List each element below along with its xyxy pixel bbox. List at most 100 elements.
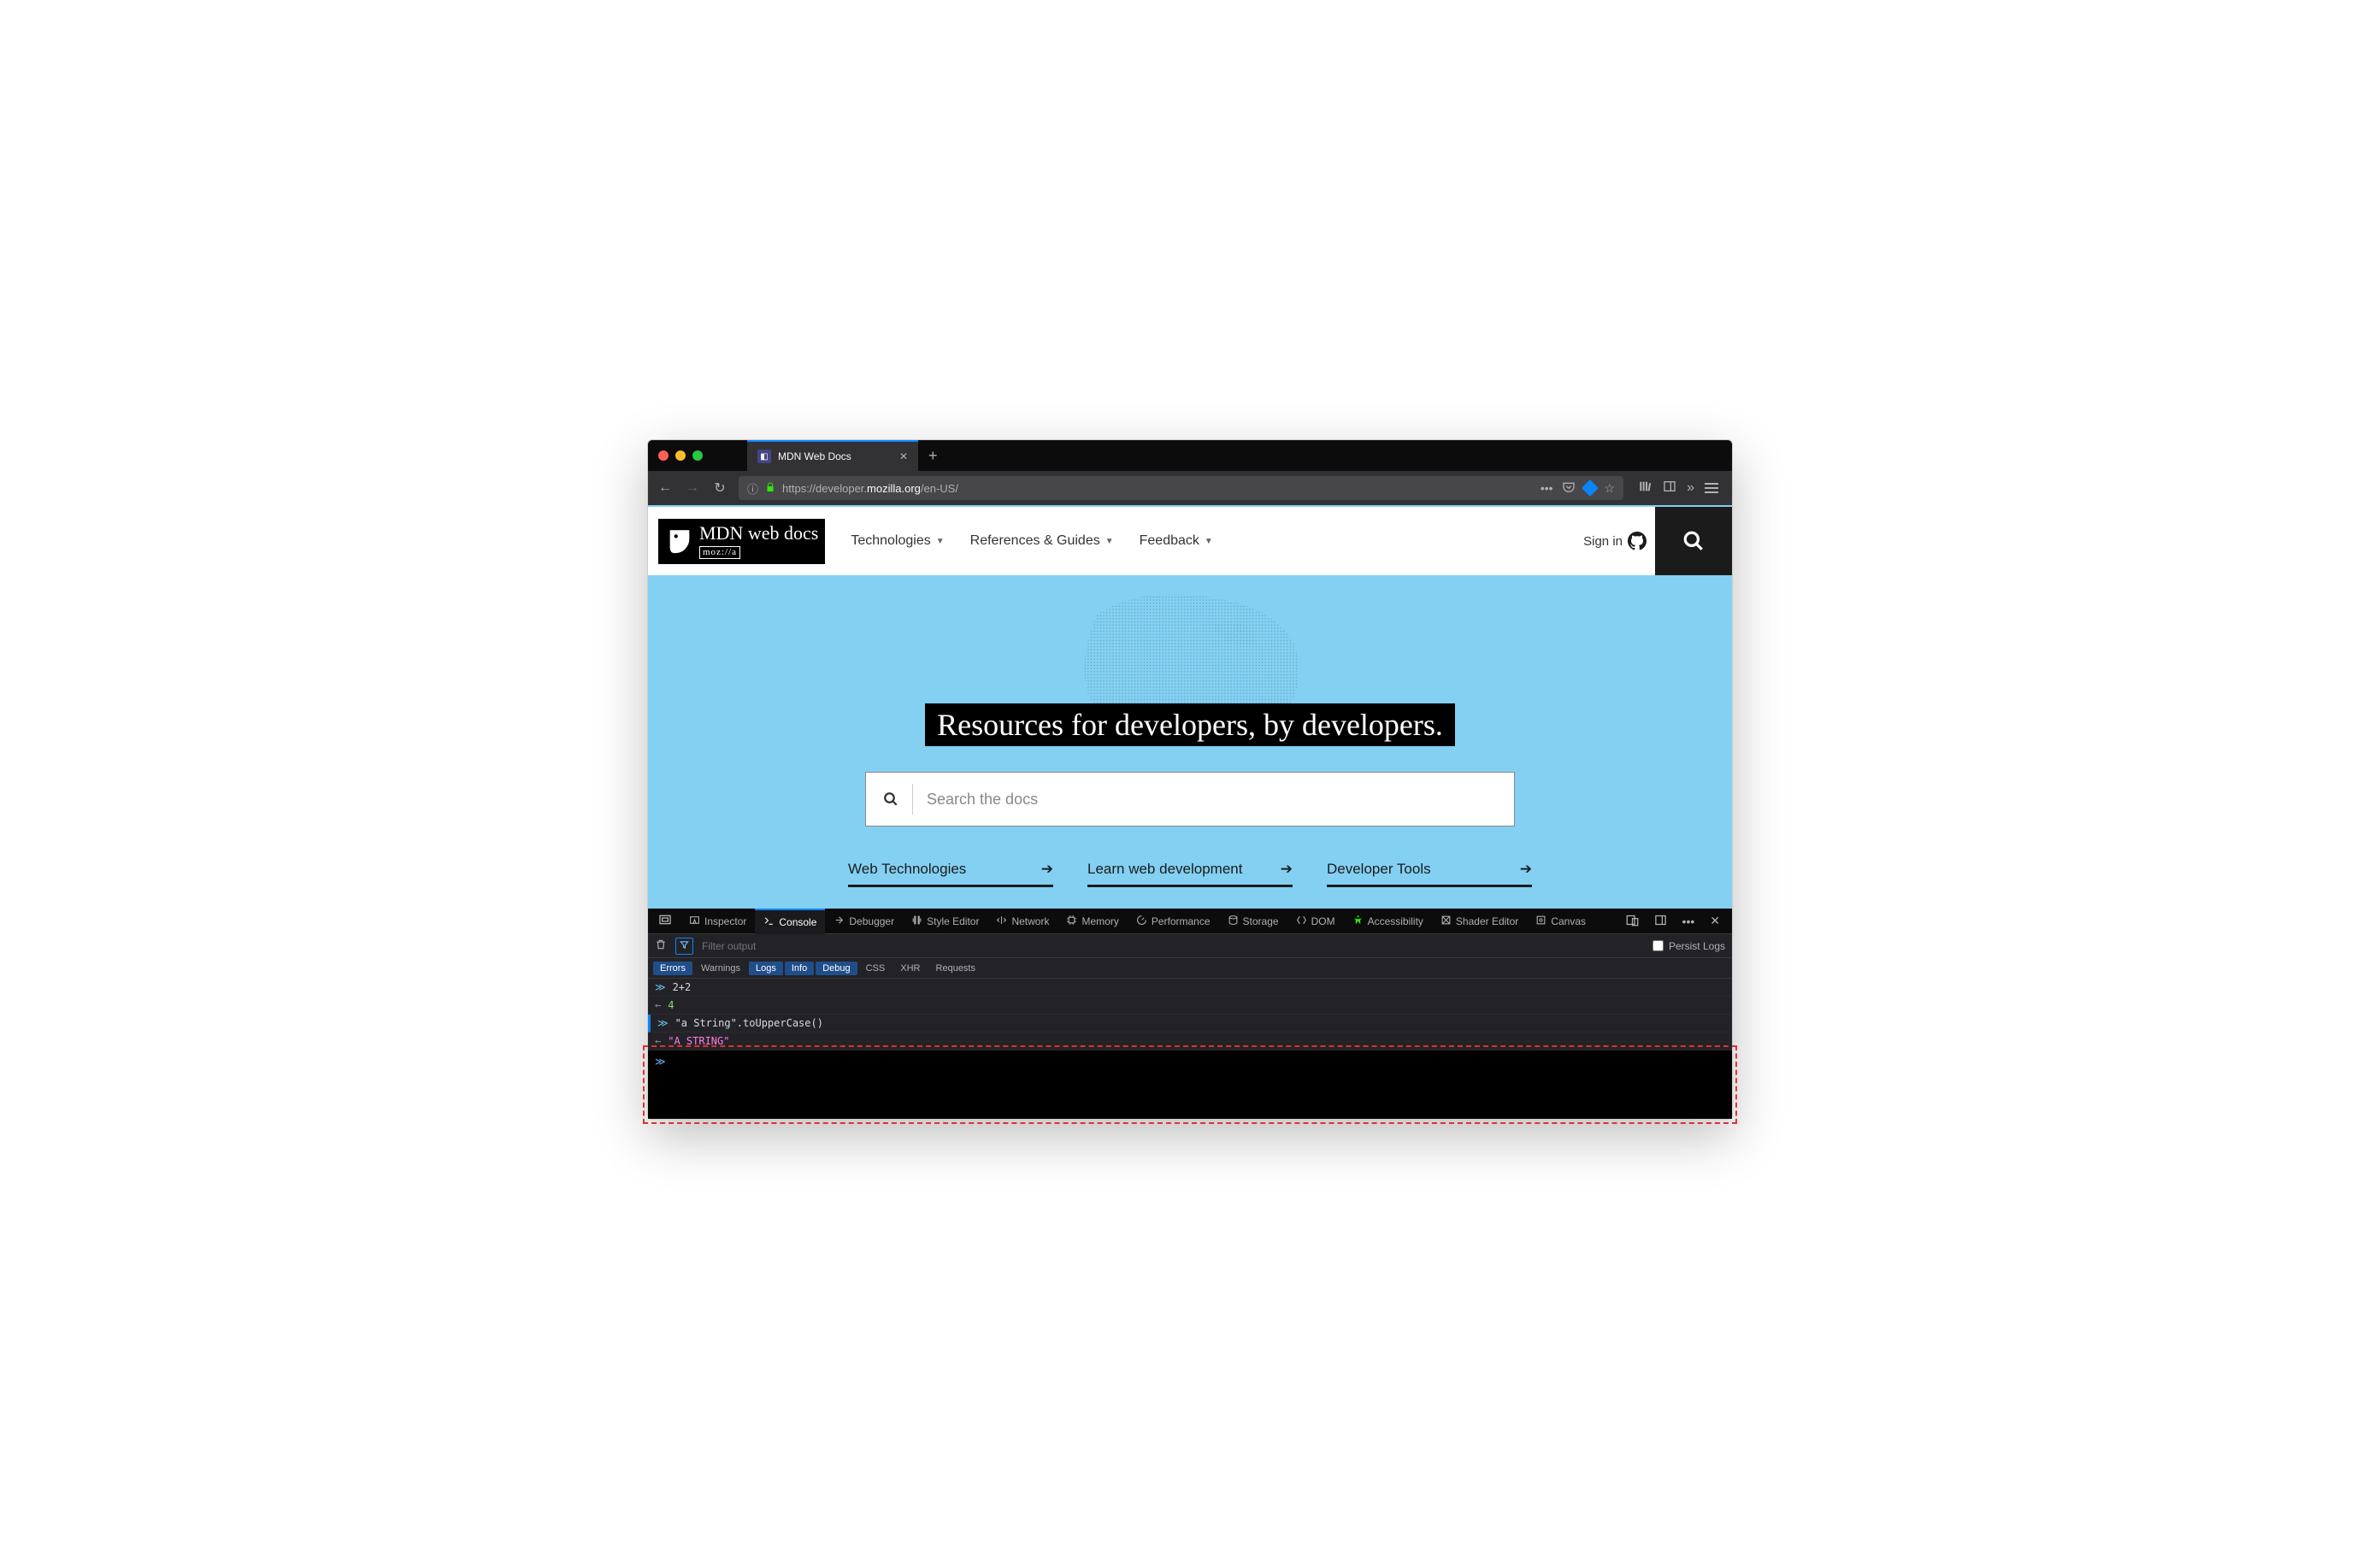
forward-button[interactable]: →	[684, 480, 701, 496]
devtools-tab-memory[interactable]: Memory	[1057, 909, 1127, 934]
filter-chip-xhr[interactable]: XHR	[893, 962, 927, 975]
nav-menu: Technologies ▼ References & Guides ▼ Fee…	[851, 533, 1212, 549]
tab-icon	[1535, 915, 1546, 928]
back-button[interactable]: ←	[657, 480, 674, 496]
github-icon	[1628, 532, 1647, 550]
star-icon[interactable]: ☆	[1605, 481, 1616, 496]
filter-chip-debug[interactable]: Debug	[816, 962, 857, 975]
filter-chip-errors[interactable]: Errors	[653, 962, 692, 975]
hero: Resources for developers, by developers.…	[648, 575, 1732, 909]
maximize-window-button[interactable]	[692, 450, 703, 461]
page-content: MDN web docs moz://a Technologies ▼ Refe…	[648, 505, 1732, 909]
persist-logs-toggle[interactable]: Persist Logs	[1652, 940, 1725, 952]
devtools-tab-console[interactable]: Console	[755, 909, 825, 934]
hero-search-input[interactable]	[927, 791, 1497, 809]
nav-feedback[interactable]: Feedback ▼	[1140, 533, 1213, 549]
tab-icon	[911, 915, 922, 928]
nav-technologies[interactable]: Technologies ▼	[851, 533, 944, 549]
url-input[interactable]: ⓘ https://developer.mozilla.org/en-US/ •…	[739, 476, 1623, 500]
tab-icon	[1136, 915, 1147, 928]
iframe-picker-icon[interactable]	[651, 913, 679, 929]
devtools-tab-shader-editor[interactable]: Shader Editor	[1432, 909, 1527, 934]
persist-checkbox[interactable]	[1652, 940, 1664, 951]
new-tab-button[interactable]: +	[918, 447, 948, 465]
caret-down-icon: ▼	[1205, 537, 1213, 546]
dino-head-icon	[665, 527, 694, 556]
input-arrow-icon: ≫	[657, 1017, 669, 1029]
filter-chip-logs[interactable]: Logs	[749, 962, 783, 975]
console-filter-chips: ErrorsWarningsLogsInfoDebugCSSXHRRequest…	[648, 958, 1732, 979]
filter-chip-warnings[interactable]: Warnings	[694, 962, 747, 975]
filter-toggle-button[interactable]	[675, 938, 693, 955]
devtools-tab-performance[interactable]: Performance	[1128, 909, 1219, 934]
library-icon[interactable]	[1639, 479, 1652, 497]
search-icon	[1682, 530, 1705, 552]
arrow-right-icon: ➔	[1281, 861, 1293, 878]
dock-side-icon[interactable]	[1651, 914, 1670, 929]
quick-links: Web Technologies ➔ Learn web development…	[848, 861, 1532, 887]
caret-down-icon: ▼	[936, 537, 945, 546]
tab-icon	[1066, 915, 1077, 928]
logo-sub-text: moz://a	[699, 546, 740, 559]
nav-search-button[interactable]	[1655, 507, 1732, 575]
devtools-tab-dom[interactable]: DOM	[1287, 909, 1344, 934]
devtools-tab-style-editor[interactable]: Style Editor	[903, 909, 987, 934]
devtools-tabs: InspectorConsoleDebuggerStyle EditorNetw…	[648, 909, 1732, 934]
overflow-icon[interactable]: »	[1687, 480, 1694, 496]
devtools-tab-inspector[interactable]: Inspector	[680, 909, 755, 934]
clear-console-button[interactable]	[655, 938, 667, 953]
devtools-tab-canvas[interactable]: Canvas	[1527, 909, 1594, 934]
console-toolbar: Persist Logs	[648, 934, 1732, 958]
logo-main-text: MDN web docs	[699, 524, 818, 543]
devtools-tab-storage[interactable]: Storage	[1219, 909, 1287, 934]
sidebar-icon[interactable]	[1663, 479, 1676, 497]
browser-window: ◧ MDN Web Docs ✕ + ← → ↻ ⓘ https://devel…	[647, 439, 1733, 1120]
nav-references[interactable]: References & Guides ▼	[970, 533, 1114, 549]
tab-title: MDN Web Docs	[778, 450, 851, 462]
traffic-lights	[648, 450, 713, 461]
devtools-tab-network[interactable]: Network	[987, 909, 1057, 934]
pocket-diamond-icon[interactable]	[1582, 479, 1599, 497]
responsive-mode-icon[interactable]	[1623, 914, 1642, 929]
console-output: ≫2+2←4≫"a String".toUpperCase()←"A STRIN…	[648, 979, 1732, 1050]
console-line: ≫"a String".toUpperCase()	[648, 1015, 1732, 1032]
more-icon[interactable]: •••	[1541, 481, 1553, 495]
filter-chip-css[interactable]: CSS	[859, 962, 892, 975]
browser-tab[interactable]: ◧ MDN Web Docs ✕	[747, 440, 918, 471]
filter-chip-info[interactable]: Info	[785, 962, 814, 975]
minimize-window-button[interactable]	[675, 450, 686, 461]
close-devtools-button[interactable]: ✕	[1706, 914, 1723, 928]
hamburger-menu-button[interactable]	[1705, 483, 1718, 493]
devtools-tab-debugger[interactable]: Debugger	[825, 909, 903, 934]
tab-icon	[763, 915, 775, 929]
prompt-icon: ≫	[655, 1056, 666, 1114]
console-editor[interactable]: ≫	[648, 1050, 1732, 1119]
filter-chip-requests[interactable]: Requests	[929, 962, 982, 975]
quick-link-web-tech[interactable]: Web Technologies ➔	[848, 861, 1053, 887]
close-tab-button[interactable]: ✕	[899, 450, 908, 462]
caret-down-icon: ▼	[1105, 537, 1114, 546]
console-line: ←4	[648, 997, 1732, 1015]
input-arrow-icon: ≫	[655, 981, 666, 993]
reload-button[interactable]: ↻	[711, 479, 728, 497]
sign-in-link[interactable]: Sign in	[1583, 532, 1647, 550]
hero-search[interactable]	[865, 772, 1515, 827]
url-toolbar: ← → ↻ ⓘ https://developer.mozilla.org/en…	[648, 471, 1732, 505]
quick-link-devtools[interactable]: Developer Tools ➔	[1327, 861, 1532, 887]
arrow-right-icon: ➔	[1041, 861, 1053, 878]
tab-favicon-icon: ◧	[757, 450, 771, 463]
tab-icon	[1228, 915, 1239, 928]
mdn-logo[interactable]: MDN web docs moz://a	[658, 519, 825, 564]
divider	[912, 784, 913, 815]
output-arrow-icon: ←	[655, 1035, 661, 1047]
close-window-button[interactable]	[658, 450, 669, 461]
url-text: https://developer.mozilla.org/en-US/	[782, 482, 958, 495]
titlebar: ◧ MDN Web Docs ✕ +	[648, 440, 1732, 471]
devtools-more-icon[interactable]: •••	[1679, 915, 1699, 928]
output-arrow-icon: ←	[655, 999, 661, 1011]
devtools-tab-accessibility[interactable]: Accessibility	[1344, 909, 1432, 934]
quick-link-learn[interactable]: Learn web development ➔	[1087, 861, 1293, 887]
pocket-icon[interactable]	[1562, 480, 1576, 497]
console-filter-input[interactable]	[702, 940, 1644, 952]
search-icon	[883, 791, 898, 807]
